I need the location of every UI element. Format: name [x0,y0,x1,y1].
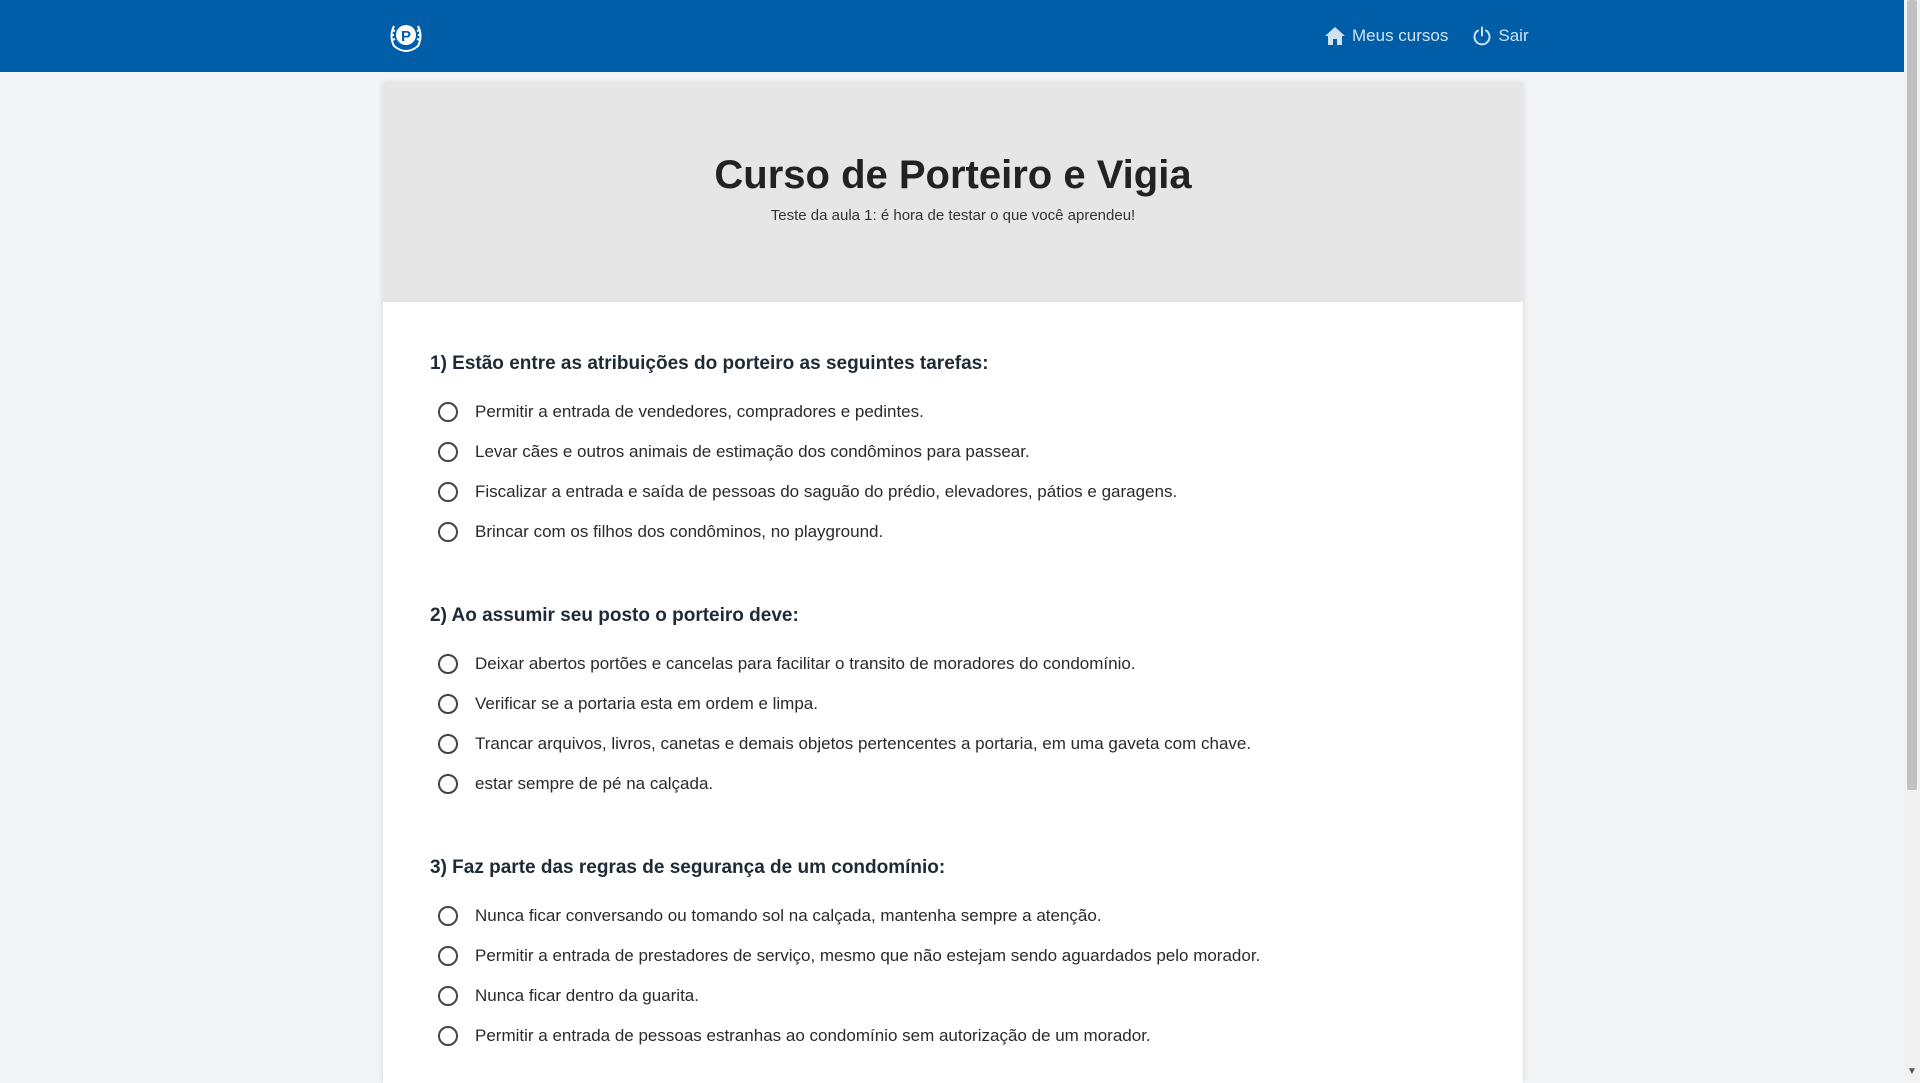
scroll-down-arrow-icon[interactable]: ▼ [1907,1066,1917,1078]
answer-label[interactable]: Levar cães e outros animais de estimação… [475,442,1030,462]
course-subtitle: Teste da aula 1: é hora de testar o que … [770,207,1136,224]
answer-option[interactable]: estar sempre de pé na calçada. [430,764,1523,804]
my-courses-label: Meus cursos [1352,26,1449,45]
answer-label[interactable]: Permitir a entrada de prestadores de ser… [475,946,1260,966]
laurel-p-logo-icon[interactable]: P [386,18,426,54]
question-title: 3) Faz parte das regras de segurança de … [430,857,946,878]
answer-option[interactable]: Nunca ficar conversando ou tomando sol n… [430,896,1523,936]
radio-button[interactable] [438,906,458,926]
radio-button[interactable] [438,402,458,422]
course-header: Curso de Porteiro e Vigia Teste da aula … [383,83,1523,302]
question-2: 2) Ao assumir seu posto o porteiro deve:… [430,604,1523,804]
radio-button[interactable] [438,522,458,542]
answer-label[interactable]: Verificar se a portaria esta em ordem e … [475,694,818,714]
radio-button[interactable] [438,442,458,462]
radio-button[interactable] [438,774,458,794]
quiz-card: Curso de Porteiro e Vigia Teste da aula … [383,83,1523,1083]
answer-option[interactable]: Verificar se a portaria esta em ordem e … [430,684,1523,724]
power-icon [1473,26,1491,46]
answer-label[interactable]: Permitir a entrada de pessoas estranhas … [475,1026,1151,1046]
question-list: 1) Estão entre as atribuições do porteir… [383,302,1523,1056]
answer-label[interactable]: Permitir a entrada de vendedores, compra… [475,402,924,422]
answer-option[interactable]: Fiscalizar a entrada e saída de pessoas … [430,472,1523,512]
nav-links: Meus cursos Sair [1300,0,1529,72]
radio-button[interactable] [438,694,458,714]
scrollbar-thumb[interactable] [1907,0,1917,790]
home-icon [1325,27,1345,45]
question-title: 2) Ao assumir seu posto o porteiro deve: [430,605,799,626]
course-title: Curso de Porteiro e Vigia [714,153,1192,197]
answer-label[interactable]: Nunca ficar dentro da guarita. [475,986,699,1006]
answer-label[interactable]: Deixar abertos portões e cancelas para f… [475,654,1136,674]
radio-button[interactable] [438,734,458,754]
logout-label: Sair [1498,26,1529,45]
answer-label[interactable]: Nunca ficar conversando ou tomando sol n… [475,906,1102,926]
answer-option[interactable]: Brincar com os filhos dos condôminos, no… [430,512,1523,552]
answer-option[interactable]: Levar cães e outros animais de estimação… [430,432,1523,472]
svg-text:P: P [401,28,411,45]
logout-link[interactable]: Sair [1472,26,1529,46]
radio-button[interactable] [438,986,458,1006]
question-3: 3) Faz parte das regras de segurança de … [430,856,1523,1056]
radio-button[interactable] [438,946,458,966]
top-navbar: P Meus cursos Sair [0,0,1904,72]
vertical-scrollbar[interactable]: ▼ [1904,0,1920,1080]
answer-option[interactable]: Permitir a entrada de prestadores de ser… [430,936,1523,976]
radio-button[interactable] [438,654,458,674]
question-1: 1) Estão entre as atribuições do porteir… [430,352,1523,552]
radio-button[interactable] [438,1026,458,1046]
answer-option[interactable]: Permitir a entrada de vendedores, compra… [430,392,1523,432]
answer-option[interactable]: Nunca ficar dentro da guarita. [430,976,1523,1016]
answer-option[interactable]: Permitir a entrada de pessoas estranhas … [430,1016,1523,1056]
my-courses-link[interactable]: Meus cursos [1324,26,1448,46]
radio-button[interactable] [438,482,458,502]
question-title: 1) Estão entre as atribuições do porteir… [430,353,989,374]
answer-option[interactable]: Deixar abertos portões e cancelas para f… [430,644,1523,684]
answer-label[interactable]: Fiscalizar a entrada e saída de pessoas … [475,482,1177,502]
answer-option[interactable]: Trancar arquivos, livros, canetas e dema… [430,724,1523,764]
answer-label[interactable]: Trancar arquivos, livros, canetas e dema… [475,734,1251,754]
answer-label[interactable]: estar sempre de pé na calçada. [475,774,713,794]
answer-label[interactable]: Brincar com os filhos dos condôminos, no… [475,522,883,542]
